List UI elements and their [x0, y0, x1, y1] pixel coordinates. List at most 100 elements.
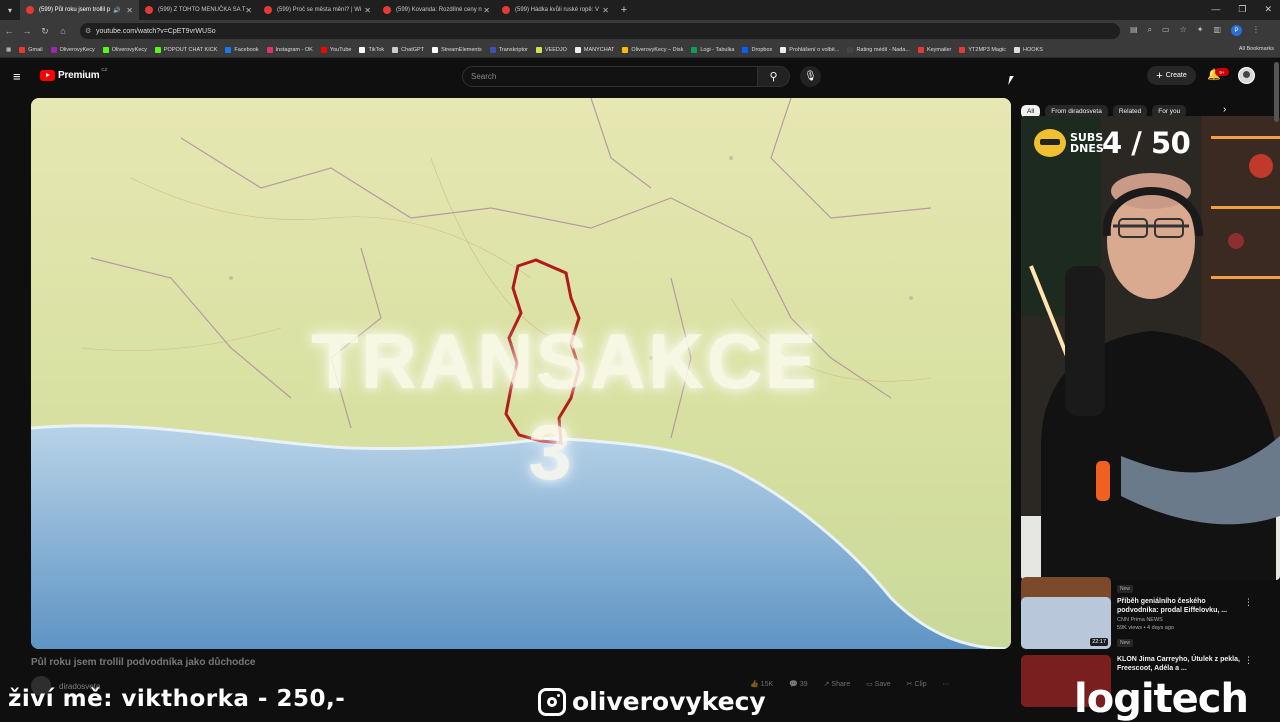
close-tab-icon[interactable]: ✕ [364, 6, 371, 15]
youtube-play-icon [40, 70, 55, 81]
bookmark-item[interactable]: MANYCHAT [574, 46, 614, 53]
bookmark-list: Gmail OliverovyKecy OliverovyKecy POPOUT CH… [19, 46, 1051, 53]
youtube-masthead: ≡ Premium CZ Search ⚲ 🎙 + Create 🔔 [0, 59, 1280, 95]
bookmark-item[interactable]: OliverovyKecy – Disk [622, 46, 684, 53]
comments-button[interactable]: 💬 39 [789, 680, 807, 688]
bookmark-item[interactable]: Prohlášení o volbě... [780, 46, 839, 53]
more-actions-icon[interactable]: ⋯ [943, 680, 950, 688]
tab-title: (599) Hádka kvůli ruské ropě: V [515, 7, 600, 13]
page-scrollbar[interactable] [1274, 62, 1279, 122]
bookmark-favicon-icon [320, 46, 327, 53]
url-field[interactable]: ⚙ youtube.com/watch?v=CpET9vrWUSo [80, 23, 1120, 39]
video-actions: 👍 15K 💬 39 ↗ Share ▭ Save ✂ Clip ⋯ [750, 680, 950, 688]
subs-count: 4 / 50 [1102, 126, 1191, 160]
duration-badge: 22:17 [1090, 638, 1108, 646]
close-tab-icon[interactable]: ✕ [126, 6, 133, 15]
bookmark-label: VEEDJO [544, 46, 567, 53]
youtube-favicon-icon [26, 6, 34, 14]
tab-audio-icon[interactable]: 🔊 [113, 7, 120, 14]
restore-icon[interactable]: ❐ [1238, 4, 1246, 15]
menu-icon[interactable]: ≡ [13, 69, 21, 84]
create-button[interactable]: + Create [1147, 66, 1196, 85]
bookmark-item[interactable]: ChatGPT [392, 46, 425, 53]
bookmark-item[interactable]: Dropbox [742, 46, 772, 53]
youtube-favicon-icon [502, 6, 510, 14]
bookmark-label: OliverovyKecy – Disk [631, 46, 684, 53]
site-info-icon[interactable]: ⚙ [85, 27, 91, 35]
browser-tab[interactable]: (599) Z TOHTO MENUČKA SA T ✕ [139, 0, 258, 20]
close-tab-icon[interactable]: ✕ [483, 6, 490, 15]
search-icon[interactable]: ⚲ [757, 66, 790, 87]
profile-avatar[interactable]: P [1231, 25, 1242, 36]
clip-label: Clip [914, 681, 927, 688]
bookmark-item[interactable]: Rating médií - Nada... [847, 46, 910, 53]
bookmark-item[interactable]: TikTok [359, 46, 384, 53]
browser-tab[interactable]: (599) Půl roku jsem trollil p 🔊 ✕ [20, 0, 139, 20]
bookmark-item[interactable]: YT2MP3 Magic [959, 46, 1006, 53]
search-input[interactable]: Search [462, 66, 758, 87]
tab-title: (599) Proč se města mění? | Wi [277, 7, 362, 13]
all-bookmarks-button[interactable]: All Bookmarks [1239, 46, 1274, 52]
related-video[interactable]: 22:17 Příběh geniálního českého podvodník… [1021, 597, 1255, 653]
close-tab-icon[interactable]: ✕ [245, 6, 252, 15]
video-player[interactable]: TRANSAKCE 3 [31, 98, 1011, 649]
extensions-icon[interactable]: ✦ [1197, 25, 1204, 36]
bookmark-item[interactable]: Keymailer [917, 46, 951, 53]
bookmark-label: Logi - Tabulka [700, 46, 735, 53]
clip-button[interactable]: ✂ Clip [907, 680, 927, 688]
zoom-icon[interactable]: ⌕ [1148, 25, 1152, 36]
bookmark-label: Transkriptor [498, 46, 528, 53]
related-info: Příběh geniálního českého podvodníka: pr… [1117, 597, 1241, 653]
bookmark-item[interactable]: Logi - Tabulka [691, 46, 735, 53]
related-title[interactable]: KLON Jima Carreyho, Útulek z pekla, Free… [1117, 655, 1241, 673]
bookmark-favicon-icon [266, 46, 273, 53]
bookmark-item[interactable]: OliverovyKecy [102, 46, 147, 53]
save-button[interactable]: ▭ Save [866, 680, 891, 688]
bookmark-item[interactable]: Gmail [19, 46, 43, 53]
save-icon: ▭ [866, 681, 875, 688]
video-thumbnail[interactable]: 22:17 [1021, 597, 1111, 649]
tab-title: (599) Kovanda: Rozdílné ceny n [396, 7, 482, 13]
bookmark-item[interactable]: YouTube [320, 46, 351, 53]
bookmark-label: ChatGPT [401, 46, 425, 53]
more-options-icon[interactable]: ⋮ [1244, 597, 1253, 608]
close-window-icon[interactable]: ✕ [1264, 4, 1272, 15]
bookmark-item[interactable]: Instagram - OK [266, 46, 313, 53]
new-tab-button[interactable]: + [615, 4, 633, 16]
back-icon[interactable]: ← [0, 26, 18, 36]
share-button[interactable]: ↗ Share [824, 680, 851, 688]
browser-tab[interactable]: (599) Kovanda: Rozdílné ceny n ✕ [377, 0, 496, 20]
browser-tab[interactable]: (599) Hádka kvůli ruské ropě: V ✕ [496, 0, 615, 20]
minimize-icon[interactable]: — [1211, 4, 1220, 15]
bookmark-item[interactable]: Facebook [225, 46, 259, 53]
bookmark-item[interactable]: VEEDJO [535, 46, 567, 53]
translate-icon[interactable]: ▤ [1130, 25, 1138, 36]
browser-tab[interactable]: (599) Proč se města mění? | Wi ✕ [258, 0, 377, 20]
cast-icon[interactable]: ▭ [1162, 25, 1170, 36]
bookmark-item[interactable]: OliverovyKecy [50, 46, 95, 53]
microphone-icon[interactable]: 🎙 [800, 66, 821, 87]
related-channel[interactable]: CNN Prima NEWS [1117, 617, 1241, 623]
forward-icon[interactable]: → [18, 26, 36, 36]
new-badge: New [1117, 585, 1134, 593]
bookmark-label: YT2MP3 Magic [968, 46, 1006, 53]
home-icon[interactable]: ⌂ [54, 26, 72, 36]
account-avatar[interactable] [1238, 67, 1255, 84]
bookmark-item[interactable]: HOOKS [1014, 46, 1043, 53]
tab-search-icon[interactable]: ▾ [0, 0, 20, 20]
bookmark-item[interactable]: StreamElements [432, 46, 482, 53]
browser-menu-icon[interactable]: ⋮ [1252, 25, 1260, 36]
bookmark-item[interactable]: Transkriptor [489, 46, 528, 53]
youtube-premium-logo[interactable]: Premium CZ [40, 67, 107, 81]
bookmark-star-icon[interactable]: ☆ [1180, 25, 1187, 36]
sidebar-icon[interactable]: ▥ [1213, 25, 1221, 36]
bookmark-item[interactable]: POPOUT CHAT KICK [154, 46, 217, 53]
related-title[interactable]: Příběh geniálního českého podvodníka: pr… [1117, 597, 1241, 615]
reload-icon[interactable]: ↻ [36, 26, 54, 37]
chevron-right-icon[interactable]: › [1223, 104, 1226, 115]
apps-icon[interactable]: ▦ [6, 47, 11, 53]
bookmark-favicon-icon [622, 46, 629, 53]
video-overlay-title: TRANSAKCE 3 [311, 317, 819, 496]
more-options-icon[interactable]: ⋮ [1244, 655, 1253, 666]
close-tab-icon[interactable]: ✕ [602, 6, 609, 15]
